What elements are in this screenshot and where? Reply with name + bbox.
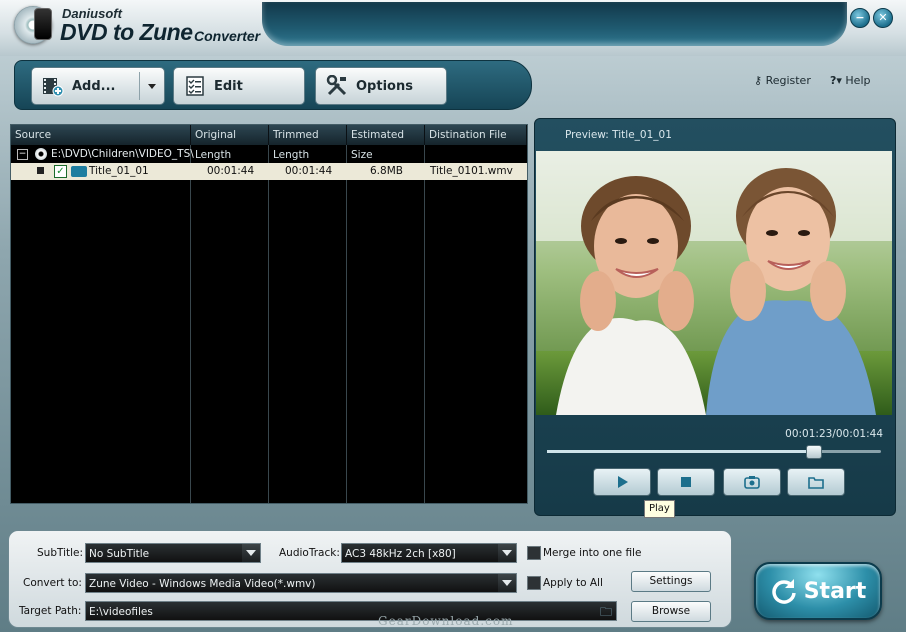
question-icon: ?▾	[830, 74, 842, 87]
watermark: GearDownload.com	[378, 614, 514, 628]
add-button[interactable]: Add...	[31, 67, 165, 105]
expand-icon[interactable]	[37, 167, 44, 174]
table-row[interactable]: ✓ Title_01_01 00:01:44 00:01:44 6.8MB Ti…	[11, 163, 527, 180]
play-icon	[618, 476, 628, 488]
row-destination[interactable]: Title_0101.wmv	[430, 163, 513, 180]
seek-thumb[interactable]	[805, 445, 822, 459]
merge-label: Merge into one file	[543, 547, 642, 559]
convert-to-value: Zune Video - Windows Media Video(*.wmv)	[89, 578, 316, 590]
column-divider	[190, 145, 191, 503]
subtitle-value: No SubTitle	[89, 548, 150, 560]
root-path: E:\DVD\Children\VIDEO_TS\	[51, 148, 194, 160]
settings-button[interactable]: Settings	[631, 571, 711, 592]
collapse-icon[interactable]: −	[17, 149, 28, 160]
open-folder-button[interactable]	[787, 468, 845, 496]
target-path-value: E:\videofiles	[89, 606, 153, 618]
title-decoration	[262, 2, 847, 46]
add-video-icon	[42, 75, 64, 97]
row-original-length: 00:01:44	[207, 165, 255, 177]
stop-icon	[681, 477, 691, 487]
title-video-icon	[71, 166, 87, 177]
column-original-length[interactable]: Original Length	[191, 125, 269, 161]
zune-player-icon	[34, 8, 52, 40]
options-button-label: Options	[356, 78, 413, 94]
product-suffix: Converter	[194, 28, 261, 44]
chevron-down-icon[interactable]	[498, 574, 516, 592]
row-title: Title_01_01	[89, 165, 149, 177]
camera-icon	[744, 476, 760, 489]
help-link[interactable]: ?▾ Help	[830, 74, 870, 87]
close-button[interactable]: ✕	[873, 8, 893, 28]
product-name: DVD to Zune	[60, 19, 193, 45]
app-window: Daniusoft DVD to Zune Converter − ✕ Add.…	[0, 0, 906, 632]
column-divider	[424, 145, 425, 503]
column-trimmed-length[interactable]: Trimmed Length	[269, 125, 347, 161]
audiotrack-label: AudioTrack:	[279, 547, 340, 559]
column-divider	[346, 145, 347, 503]
play-tooltip: Play	[644, 500, 675, 518]
start-button[interactable]: Start	[754, 562, 882, 620]
audiotrack-value: AC3 48kHz 2ch [x80]	[345, 548, 456, 560]
register-label: Register	[765, 74, 811, 87]
file-list[interactable]: Source Original Length Trimmed Length Es…	[10, 124, 528, 504]
snapshot-button[interactable]	[723, 468, 781, 496]
folder-icon	[808, 477, 824, 489]
preview-panel: Preview: Title_01_01 00:01:23/00:01:44	[534, 118, 896, 516]
toolbar: Add... Edit Options	[14, 60, 532, 110]
row-estimated-size: 6.8MB	[370, 165, 403, 177]
preview-video-frame[interactable]	[536, 151, 892, 415]
dvd-icon	[35, 148, 47, 160]
options-button[interactable]: Options	[315, 67, 447, 105]
add-button-label: Add...	[72, 78, 116, 94]
stop-button[interactable]	[657, 468, 715, 496]
time-readout: 00:01:23/00:01:44	[785, 428, 883, 440]
convert-to-select[interactable]: Zune Video - Windows Media Video(*.wmv)	[85, 573, 517, 593]
column-destination-file[interactable]: Distination File	[425, 125, 527, 145]
column-source[interactable]: Source	[11, 125, 191, 145]
tree-root-row[interactable]: − E:\DVD\Children\VIDEO_TS\	[11, 146, 527, 163]
audiotrack-select[interactable]: AC3 48kHz 2ch [x80]	[341, 543, 517, 563]
chevron-down-icon[interactable]	[498, 544, 516, 562]
register-link[interactable]: ⚷ Register	[754, 74, 811, 87]
seek-slider[interactable]	[547, 445, 881, 459]
column-divider	[268, 145, 269, 503]
folder-icon[interactable]: 🗀	[600, 602, 612, 622]
seek-progress	[547, 450, 814, 453]
edit-list-icon	[184, 75, 206, 97]
browse-button[interactable]: Browse	[631, 601, 711, 622]
refresh-icon	[772, 579, 796, 604]
output-settings-panel: SubTitle: No SubTitle AudioTrack: AC3 48…	[8, 530, 732, 628]
play-button[interactable]	[593, 468, 651, 496]
target-path-label: Target Path:	[19, 605, 82, 617]
start-label: Start	[803, 578, 867, 604]
subtitle-select[interactable]: No SubTitle	[85, 543, 261, 563]
file-list-header: Source Original Length Trimmed Length Es…	[11, 125, 527, 161]
title-bar[interactable]: Daniusoft DVD to Zune Converter − ✕	[0, 0, 906, 56]
convert-to-label: Convert to:	[23, 577, 82, 589]
row-trimmed-length: 00:01:44	[285, 165, 333, 177]
edit-button-label: Edit	[214, 78, 243, 94]
help-label: Help	[845, 74, 871, 87]
preview-title: Preview: Title_01_01	[565, 129, 672, 141]
tools-icon	[326, 74, 348, 97]
apply-all-checkbox[interactable]	[527, 576, 541, 590]
edit-button[interactable]: Edit	[173, 67, 305, 105]
apply-all-label: Apply to All	[543, 577, 603, 589]
merge-checkbox[interactable]	[527, 546, 541, 560]
target-path-input[interactable]: E:\videofiles 🗀	[85, 601, 617, 621]
minimize-button[interactable]: −	[850, 8, 870, 28]
chevron-down-icon[interactable]	[242, 544, 260, 562]
add-divider	[139, 72, 140, 100]
chevron-down-icon[interactable]	[148, 84, 156, 89]
subtitle-label: SubTitle:	[37, 547, 84, 559]
row-checkbox[interactable]: ✓	[54, 165, 67, 178]
key-icon: ⚷	[754, 74, 763, 87]
column-estimated-size[interactable]: Estimated Size	[347, 125, 425, 161]
